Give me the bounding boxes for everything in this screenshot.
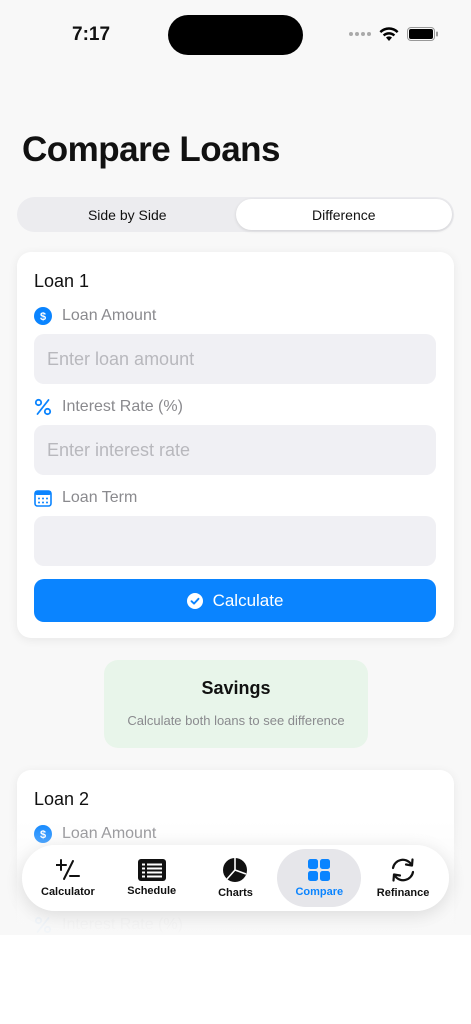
calculate-button[interactable]: Calculate (34, 579, 436, 622)
percent-icon (34, 916, 52, 934)
calculate-button-label: Calculate (212, 590, 284, 610)
tab-charts[interactable]: Charts (194, 849, 278, 907)
loan-1-amount-input[interactable] (34, 334, 436, 384)
loan-2-title: Loan 2 (34, 789, 90, 809)
loan-term-label-text: Loan Term (62, 489, 138, 506)
checkmark-circle-icon (186, 592, 203, 609)
segment-side-by-side[interactable]: Side by Side (19, 199, 236, 230)
wifi-icon (379, 27, 399, 41)
svg-text:$: $ (40, 311, 46, 323)
tab-refinance[interactable]: Refinance (361, 849, 445, 907)
calendar-icon (34, 490, 52, 507)
dynamic-island (168, 15, 303, 55)
bottom-area (0, 935, 471, 1024)
interest-rate-label: Interest Rate (%) (34, 398, 183, 416)
tab-calculator-label: Calculator (41, 886, 95, 898)
savings-title: Savings (201, 678, 271, 698)
loan-1-term-picker[interactable] (34, 516, 436, 566)
page-title: Compare Loans (22, 130, 281, 169)
refresh-icon (391, 858, 415, 882)
tab-calculator[interactable]: Calculator (26, 849, 110, 907)
pie-chart-icon (223, 858, 248, 882)
segment-difference[interactable]: Difference (235, 199, 452, 230)
plus-minus-icon (55, 859, 80, 880)
tab-schedule-label: Schedule (127, 885, 177, 897)
loan-2-rate-label: Interest Rate (%) (34, 916, 183, 934)
tab-charts-label: Charts (218, 887, 253, 899)
savings-card: Savings Calculate both loans to see diff… (104, 660, 368, 748)
grid-icon (308, 859, 331, 881)
loan-1-rate-input[interactable] (34, 425, 436, 475)
tab-compare[interactable]: Compare (277, 849, 362, 907)
interest-rate-label-text: Interest Rate (%) (62, 398, 183, 415)
svg-text:$: $ (40, 829, 46, 841)
loan-amount-label-text: Loan Amount (62, 307, 157, 324)
cellular-signal-icon (349, 32, 371, 36)
loan-term-label: Loan Term (34, 489, 137, 507)
loan-1-card: Loan 1 $ Loan Amount Interest Rate (%) (17, 252, 454, 638)
status-icons (349, 26, 439, 42)
screen: 7:17 Compare Loans Side by Side Differen… (0, 0, 471, 1024)
battery-icon (407, 27, 438, 41)
tab-bar: Calculator Schedule Charts Compare Refin… (22, 845, 449, 911)
tab-refinance-label: Refinance (376, 887, 430, 899)
tab-schedule[interactable]: Schedule (110, 849, 194, 907)
list-icon (137, 859, 166, 881)
dollar-circle-icon: $ (34, 825, 52, 843)
loan-2-amount-label: $ Loan Amount (34, 825, 156, 843)
loan-1-title: Loan 1 (34, 271, 90, 291)
loan-2-amount-label-text: Loan Amount (62, 825, 157, 842)
view-mode-segmented-control: Side by Side Difference (17, 197, 454, 232)
tab-compare-label: Compare (295, 886, 344, 898)
dollar-circle-icon: $ (34, 307, 52, 325)
status-time: 7:17 (72, 24, 111, 45)
loan-amount-label: $ Loan Amount (34, 307, 156, 325)
savings-subtitle: Calculate both loans to see difference (127, 713, 345, 728)
loan-2-rate-label-text: Interest Rate (%) (62, 916, 183, 933)
percent-icon (34, 398, 52, 416)
